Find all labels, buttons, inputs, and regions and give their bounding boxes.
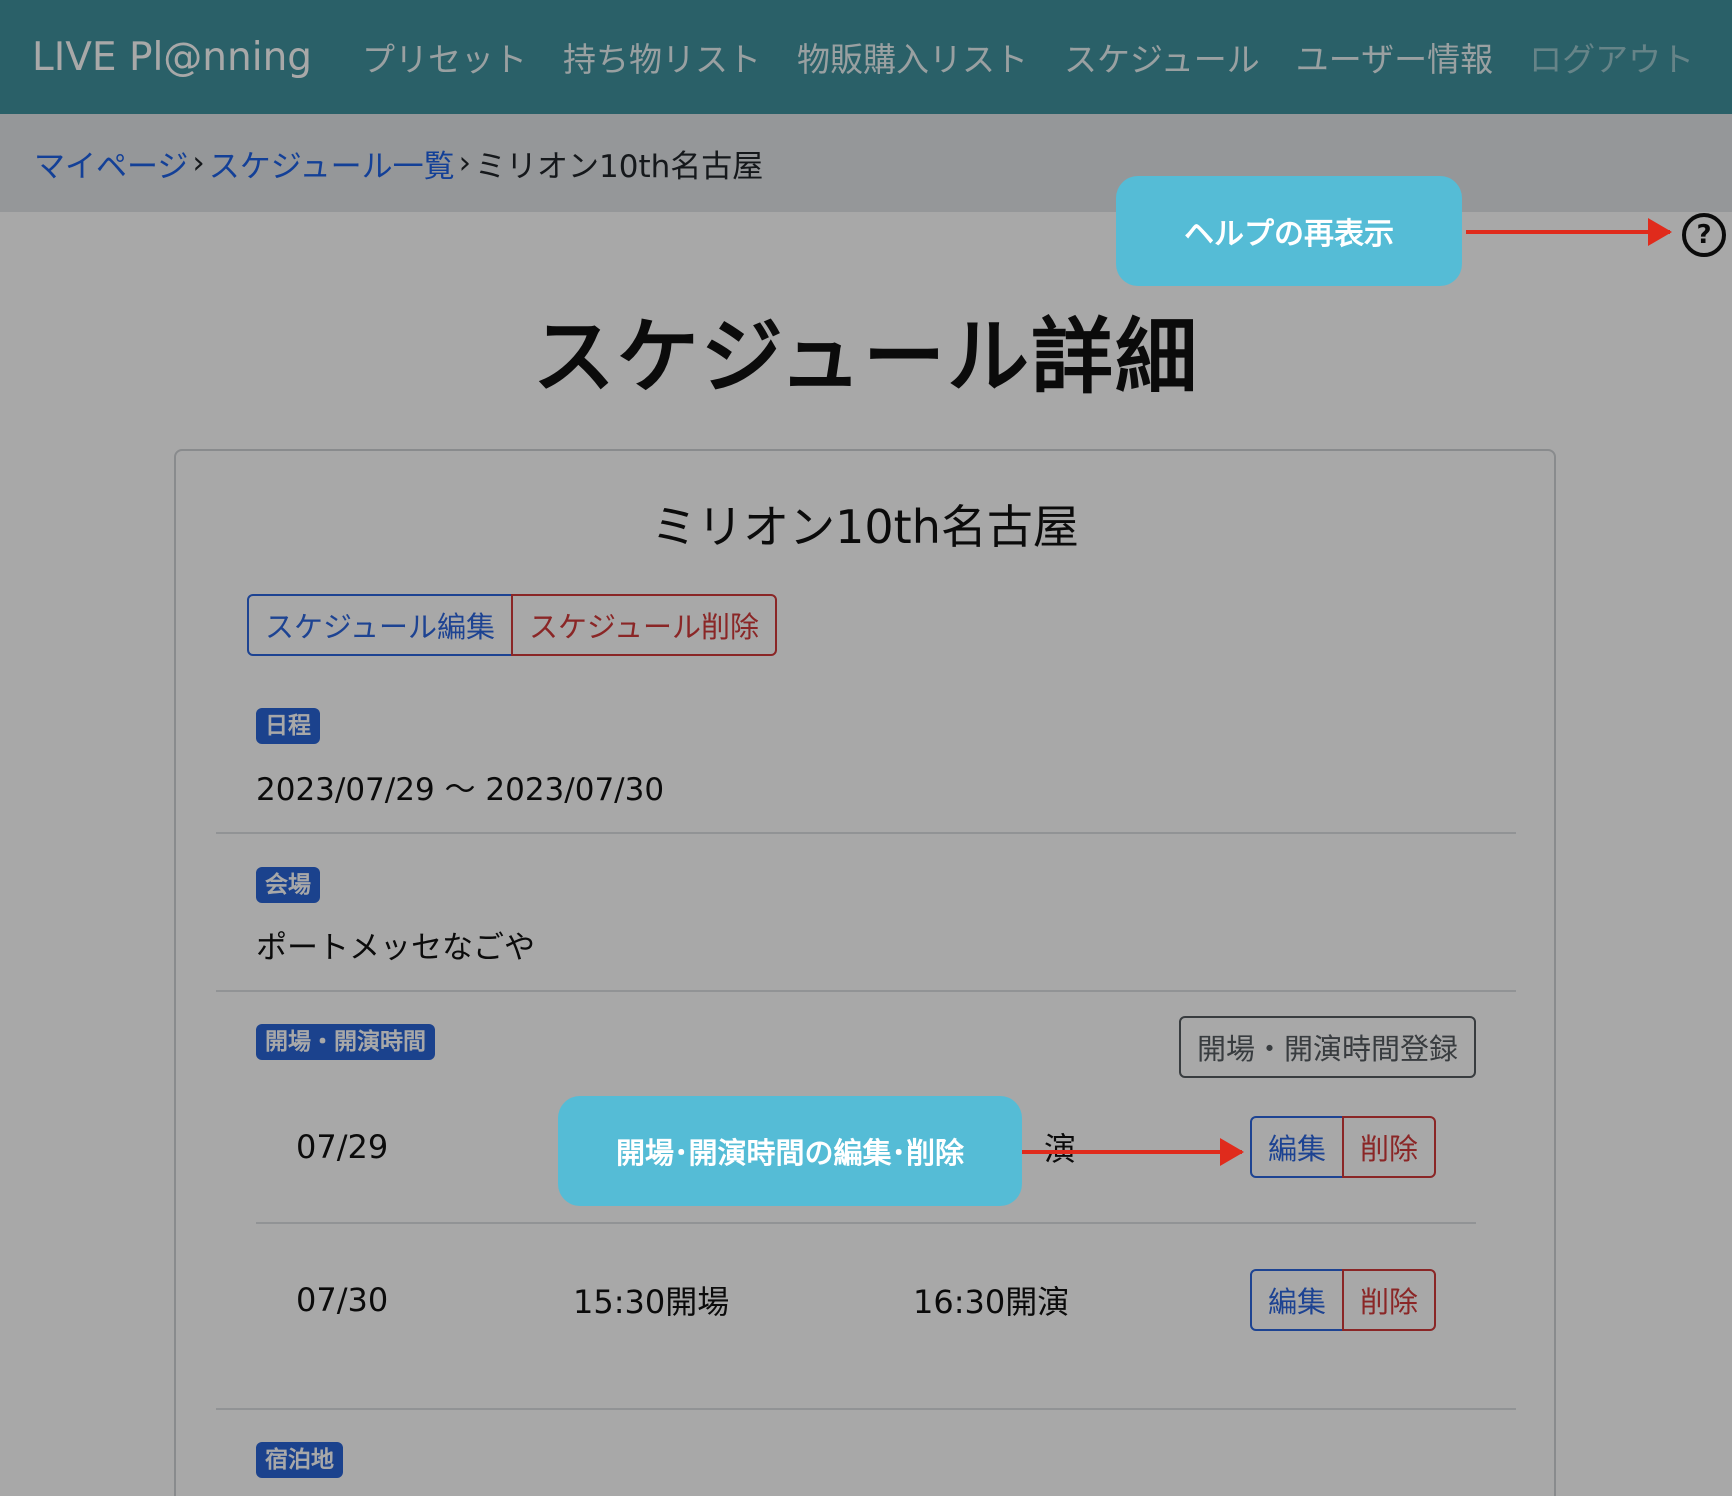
delete-schedule-button[interactable]: スケジュール削除 <box>510 594 777 656</box>
schedule-card: ミリオン10th名古屋 スケジュール編集 スケジュール削除 日程 2023/07… <box>174 449 1556 1496</box>
times-callout: 開場･開演時間の編集･削除 <box>558 1096 1022 1206</box>
date-value: 2023/07/29 〜 2023/07/30 <box>256 772 665 808</box>
breadcrumb-schedule-list[interactable]: スケジュール一覧 <box>209 141 455 186</box>
breadcrumb: マイページ › スケジュール一覧 › ミリオン10th名古屋 <box>0 114 1732 212</box>
nav-item-merch-list[interactable]: 物販購入リスト <box>797 33 1028 81</box>
delete-time-button[interactable]: 削除 <box>1341 1116 1436 1178</box>
nav-item-schedule[interactable]: スケジュール <box>1064 33 1260 81</box>
section-venue: 会場 ポートメッセなごや <box>216 834 1516 992</box>
breadcrumb-separator: › <box>192 145 205 181</box>
breadcrumb-separator: › <box>458 145 472 181</box>
time-row-date: 07/29 <box>296 1128 389 1166</box>
help-callout-arrow <box>1466 218 1672 246</box>
section-lodging: 宿泊地 <box>216 1410 1516 1496</box>
nav-item-user-info[interactable]: ユーザー情報 <box>1296 33 1493 81</box>
brand-logo[interactable]: LIVE Pl@nning <box>32 35 312 80</box>
time-row-start: 演 <box>1044 1130 1077 1168</box>
lodging-badge: 宿泊地 <box>256 1442 343 1478</box>
help-icon-glyph: ? <box>1696 220 1712 250</box>
delete-time-button[interactable]: 削除 <box>1341 1269 1436 1331</box>
times-badge: 開場・開演時間 <box>256 1024 435 1060</box>
venue-badge: 会場 <box>256 867 320 903</box>
time-row: 07/30 15:30開場 16:30開演 編集 削除 <box>256 1224 1476 1376</box>
navbar: LIVE Pl@nning プリセット 持ち物リスト 物販購入リスト スケジュー… <box>0 0 1732 114</box>
nav-item-presets[interactable]: プリセット <box>362 33 527 81</box>
help-callout: ヘルプの再表示 <box>1116 176 1462 286</box>
times-callout-arrow <box>1022 1138 1244 1166</box>
date-badge: 日程 <box>256 708 320 744</box>
edit-schedule-button[interactable]: スケジュール編集 <box>247 594 513 656</box>
section-date: 日程 2023/07/29 〜 2023/07/30 <box>216 674 1516 834</box>
venue-value: ポートメッセなごや <box>256 930 535 966</box>
time-row-actions: 編集 削除 <box>1249 1269 1436 1331</box>
time-row-date: 07/30 <box>296 1281 389 1319</box>
schedule-actions: スケジュール編集 スケジュール削除 <box>247 594 777 656</box>
breadcrumb-mypage[interactable]: マイページ <box>34 141 188 186</box>
page-title: スケジュール詳細 <box>532 310 1200 405</box>
nav-item-logout[interactable]: ログアウト <box>1529 33 1694 81</box>
register-times-button[interactable]: 開場・開演時間登録 <box>1178 1016 1476 1078</box>
schedule-name: ミリオン10th名古屋 <box>651 500 1079 554</box>
time-row-actions: 編集 削除 <box>1249 1116 1436 1178</box>
breadcrumb-current: ミリオン10th名古屋 <box>475 148 764 185</box>
time-row-open: 15:30開場 <box>573 1283 730 1321</box>
nav-item-belongings-list[interactable]: 持ち物リスト <box>563 33 761 81</box>
edit-time-button[interactable]: 編集 <box>1249 1116 1344 1178</box>
edit-time-button[interactable]: 編集 <box>1249 1269 1344 1331</box>
time-row-start: 16:30開演 <box>913 1283 1070 1321</box>
question-circle-icon[interactable]: ? <box>1682 213 1726 257</box>
